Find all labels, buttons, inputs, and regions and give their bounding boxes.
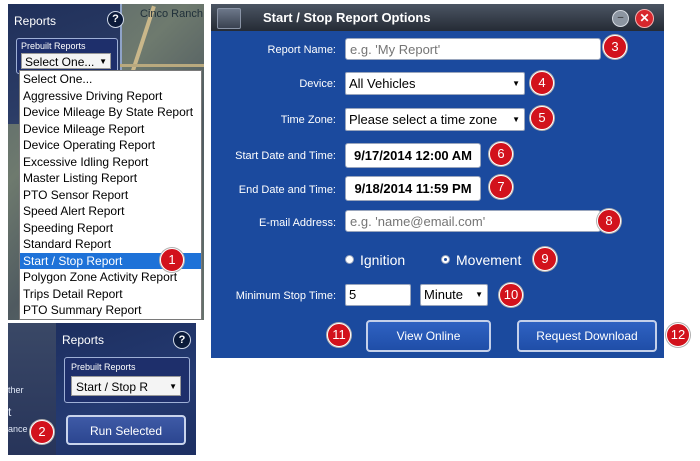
select-value: Start / Stop R (76, 380, 149, 394)
prebuilt-reports-group: Prebuilt Reports Start / Stop R ▼ (64, 357, 190, 403)
map-label: Cinco Ranch (140, 8, 203, 20)
prebuilt-report-select[interactable]: Start / Stop R ▼ (71, 376, 181, 396)
step-badge: 9 (533, 247, 557, 271)
start-stop-options-dialog: Start / Stop Report Options – ✕ Report N… (211, 4, 664, 358)
time-zone-label: Time Zone: (280, 114, 336, 126)
map-fragment-text: ance (8, 424, 28, 434)
dropdown-option[interactable]: Speed Alert Report (20, 203, 201, 220)
question-mark-icon[interactable]: ? (173, 331, 191, 349)
step-badge: 7 (489, 175, 513, 199)
min-stop-label: Minimum Stop Time: (235, 290, 336, 302)
dropdown-option[interactable]: Device Mileage By State Report (20, 104, 201, 121)
time-zone-value: Please select a time zone (349, 112, 498, 127)
dialog-titlebar[interactable]: Start / Stop Report Options – ✕ (211, 4, 664, 31)
request-download-button[interactable]: Request Download (517, 320, 657, 352)
dropdown-option[interactable]: Device Operating Report (20, 137, 201, 154)
end-date-input[interactable]: 9/18/2014 11:59 PM (345, 176, 481, 201)
step-badge: 3 (603, 35, 627, 59)
step-badge: 8 (597, 209, 621, 233)
report-name-input[interactable] (345, 38, 601, 60)
reports-title: Reports (62, 333, 105, 347)
prebuilt-reports-label: Prebuilt Reports (71, 362, 136, 372)
step-badge: 6 (489, 142, 513, 166)
min-stop-unit-select[interactable]: Minute ▼ (420, 284, 488, 306)
window-icon (217, 8, 241, 29)
radio-ignition-label[interactable]: Ignition (360, 252, 405, 268)
run-selected-button[interactable]: Run Selected (66, 415, 186, 445)
map-road (120, 64, 204, 67)
chevron-down-icon: ▼ (99, 57, 107, 66)
select-value: Select One... (25, 55, 95, 69)
min-stop-unit-value: Minute (424, 287, 464, 302)
min-stop-input[interactable]: 5 (345, 284, 411, 306)
question-mark-icon[interactable]: ? (107, 11, 124, 28)
map-fragment-text: t (8, 405, 12, 419)
email-label: E-mail Address: (258, 217, 336, 229)
close-icon[interactable]: ✕ (635, 9, 654, 28)
dropdown-option[interactable]: Device Mileage Report (20, 121, 201, 138)
dropdown-option[interactable]: Select One... (20, 71, 201, 88)
end-date-label: End Date and Time: (238, 184, 336, 196)
dialog-title: Start / Stop Report Options (263, 10, 431, 25)
device-select[interactable]: All Vehicles ▼ (345, 72, 525, 95)
dropdown-option[interactable]: Trips Detail Report (20, 286, 201, 303)
report-name-label: Report Name: (267, 44, 336, 56)
dropdown-option[interactable]: PTO Summary Report (20, 302, 201, 319)
radio-movement[interactable] (441, 255, 450, 264)
prebuilt-reports-label: Prebuilt Reports (21, 41, 86, 51)
step-badge: 10 (499, 283, 523, 307)
email-input[interactable] (345, 210, 601, 232)
dropdown-option[interactable]: Excessive Idling Report (20, 154, 201, 171)
step-badge: 11 (327, 323, 351, 347)
reports-title: Reports (14, 14, 57, 28)
radio-movement-label[interactable]: Movement (456, 252, 521, 268)
prebuilt-reports-group: Prebuilt Reports Select One... ▼ (16, 38, 118, 74)
dropdown-option[interactable]: Master Listing Report (20, 170, 201, 187)
start-date-input[interactable]: 9/17/2014 12:00 AM (345, 143, 481, 168)
device-label: Device: (299, 78, 336, 90)
dropdown-option[interactable]: Speeding Report (20, 220, 201, 237)
map-fragment-text: ther (8, 385, 24, 395)
start-date-label: Start Date and Time: (235, 150, 336, 162)
dropdown-option[interactable]: PTO Sensor Report (20, 187, 201, 204)
step-badge: 4 (530, 71, 554, 95)
step-badge: 1 (160, 248, 184, 272)
step-badge: 2 (30, 420, 54, 444)
chevron-down-icon: ▼ (510, 109, 520, 130)
minus-icon[interactable]: – (612, 10, 629, 27)
chevron-down-icon: ▼ (167, 377, 177, 395)
view-online-button[interactable]: View Online (366, 320, 491, 352)
radio-ignition[interactable] (345, 255, 354, 264)
step-badge: 12 (666, 323, 690, 347)
chevron-down-icon: ▼ (510, 73, 520, 94)
dropdown-option[interactable]: Aggressive Driving Report (20, 88, 201, 105)
chevron-down-icon: ▼ (473, 285, 483, 305)
report-dropdown-list[interactable]: Select One... Aggressive Driving Report … (19, 70, 202, 320)
device-value: All Vehicles (349, 76, 416, 91)
prebuilt-report-select[interactable]: Select One... ▼ (21, 53, 111, 69)
time-zone-select[interactable]: Please select a time zone ▼ (345, 108, 525, 131)
step-badge: 5 (530, 106, 554, 130)
